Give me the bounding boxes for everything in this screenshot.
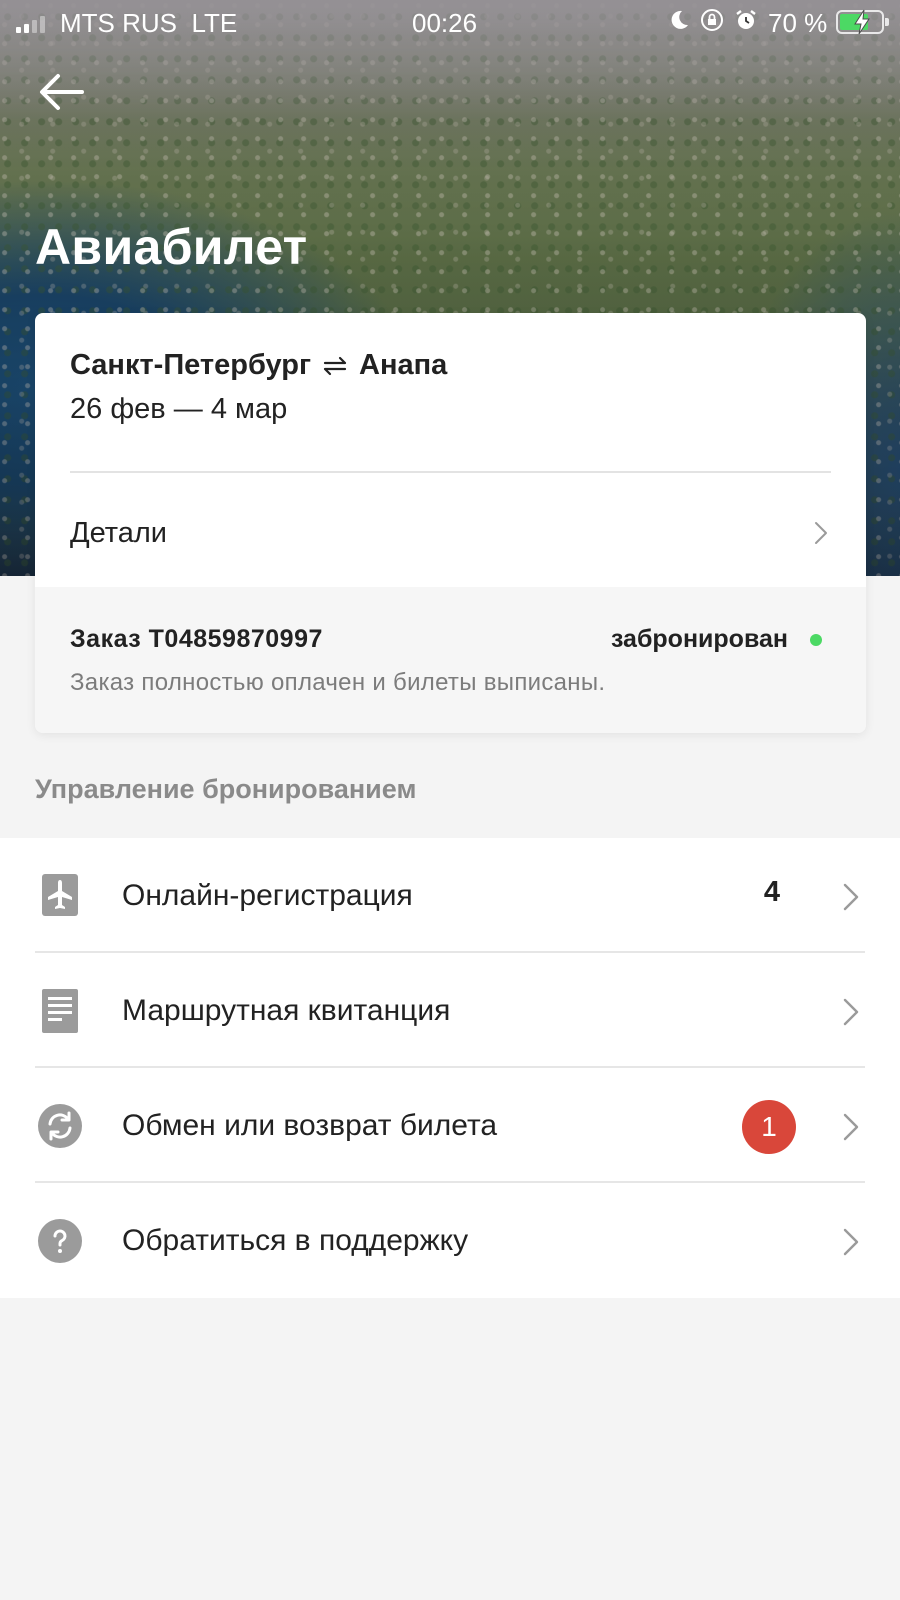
chevron-right-icon xyxy=(815,522,827,544)
menu-item-label: Онлайн-регистрация xyxy=(122,879,413,912)
round-trip-arrows-icon xyxy=(323,356,347,375)
origin-city: Санкт-Петербург xyxy=(70,349,312,381)
checkin-count: 4 xyxy=(763,876,780,908)
battery-percent: 70 % xyxy=(768,8,828,38)
arrow-left-icon[interactable] xyxy=(36,70,86,114)
section-title: Управление бронированием xyxy=(35,774,417,804)
menu-item-label: Обмен или возврат билета xyxy=(122,1109,498,1142)
carrier-text: MTS RUS LTE xyxy=(60,8,238,38)
exchange-refund-item[interactable]: Обмен или возврат билета 1 xyxy=(0,1068,900,1183)
plane-icon xyxy=(42,874,78,916)
refresh-icon xyxy=(38,1104,82,1148)
chevron-right-icon xyxy=(843,1228,859,1256)
page-title: Авиабилет xyxy=(35,219,308,275)
route: Санкт-Петербург Анапа xyxy=(70,349,447,382)
clock: 00:26 xyxy=(412,8,478,38)
order-status: забронирован xyxy=(610,625,788,653)
status-bar: MTS RUS LTE 00:26 70 % xyxy=(0,0,900,44)
itinerary-receipt-item[interactable]: Маршрутная квитанция xyxy=(0,953,900,1068)
charging-bolt-icon xyxy=(854,9,870,35)
battery-icon xyxy=(836,9,889,35)
menu-item-label: Обратиться в поддержку xyxy=(122,1224,469,1257)
question-icon xyxy=(38,1219,82,1263)
contact-support-item[interactable]: Обратиться в поддержку xyxy=(0,1183,900,1298)
order-summary: Заказ T04859870997 забронирован Заказ по… xyxy=(35,587,866,733)
online-checkin-item[interactable]: Онлайн-регистрация 4 xyxy=(0,838,900,953)
document-icon xyxy=(42,989,78,1033)
destination-city: Анапа xyxy=(359,349,448,381)
details-label: Детали xyxy=(70,517,168,549)
chevron-right-icon xyxy=(843,998,859,1026)
trip-dates: 26 фев — 4 мар xyxy=(70,393,288,425)
trip-card: Санкт-Петербург Анапа 26 фев — 4 мар Дет… xyxy=(35,313,866,733)
details-button[interactable]: Детали xyxy=(35,473,866,587)
menu-item-label: Маршрутная квитанция xyxy=(122,994,451,1027)
alarm-icon xyxy=(736,10,756,29)
booking-management-list: Онлайн-регистрация 4 Маршрутная квитанци… xyxy=(0,838,900,1298)
signal-icon xyxy=(16,16,45,33)
notification-badge: 1 xyxy=(742,1100,796,1154)
rotation-lock-icon xyxy=(701,9,723,31)
moon-icon xyxy=(671,10,688,29)
chevron-right-icon xyxy=(843,883,859,911)
status-indicator-dot xyxy=(810,634,822,646)
chevron-right-icon xyxy=(843,1113,859,1141)
order-number: Заказ T04859870997 xyxy=(70,625,323,653)
order-note: Заказ полностью оплачен и билеты выписан… xyxy=(70,669,606,696)
